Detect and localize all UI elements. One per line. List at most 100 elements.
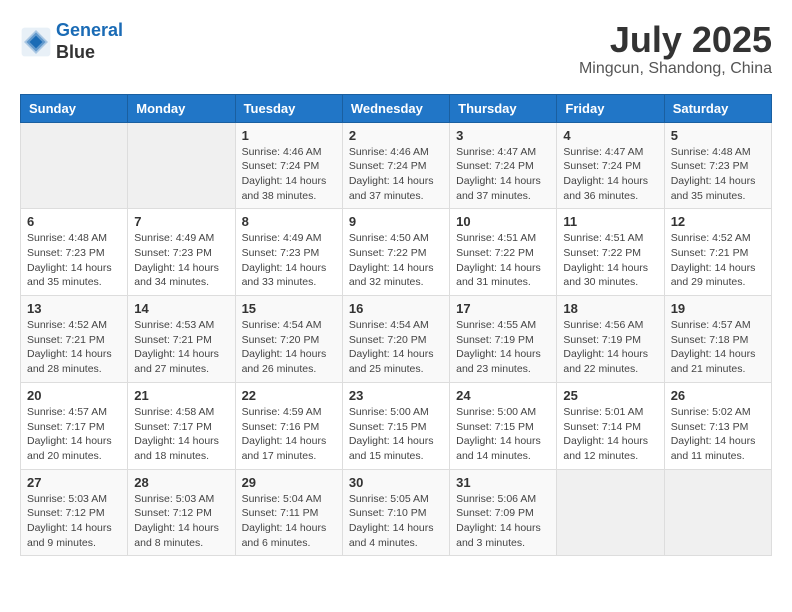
calendar-cell: 29 Sunrise: 5:04 AMSunset: 7:11 PMDayligh…	[235, 469, 342, 556]
day-number: 23	[349, 388, 443, 403]
day-number: 26	[671, 388, 765, 403]
logo-line2: Blue	[56, 42, 123, 64]
logo: General Blue	[20, 20, 123, 63]
calendar-header-row: SundayMondayTuesdayWednesdayThursdayFrid…	[21, 94, 772, 122]
calendar-cell: 19 Sunrise: 4:57 AMSunset: 7:18 PMDayligh…	[664, 296, 771, 383]
day-number: 22	[242, 388, 336, 403]
calendar-cell: 11 Sunrise: 4:51 AMSunset: 7:22 PMDayligh…	[557, 209, 664, 296]
day-number: 6	[27, 214, 121, 229]
day-number: 1	[242, 128, 336, 143]
calendar-cell: 18Sunrise: 4:56 AMSunset: 7:19 PMDayligh…	[557, 296, 664, 383]
calendar-cell: 27Sunrise: 5:03 AMSunset: 7:12 PMDayligh…	[21, 469, 128, 556]
day-number: 13	[27, 301, 121, 316]
header-wednesday: Wednesday	[342, 94, 449, 122]
day-info: Sunrise: 4:59 AMSunset: 7:16 PMDaylight:…	[242, 405, 336, 464]
calendar-cell: 5 Sunrise: 4:48 AMSunset: 7:23 PMDaylight…	[664, 122, 771, 209]
calendar-week-4: 20 Sunrise: 4:57 AMSunset: 7:17 PMDayligh…	[21, 382, 772, 469]
calendar-cell: 8 Sunrise: 4:49 AMSunset: 7:23 PMDaylight…	[235, 209, 342, 296]
header-saturday: Saturday	[664, 94, 771, 122]
day-info: Sunrise: 5:03 AMSunset: 7:12 PMDaylight:…	[27, 492, 121, 551]
day-number: 11	[563, 214, 657, 229]
day-number: 19	[671, 301, 765, 316]
day-info: Sunrise: 5:06 AMSunset: 7:09 PMDaylight:…	[456, 492, 550, 551]
header-monday: Monday	[128, 94, 235, 122]
calendar-table: SundayMondayTuesdayWednesdayThursdayFrid…	[20, 94, 772, 557]
day-info: Sunrise: 4:53 AMSunset: 7:21 PMDaylight:…	[134, 318, 228, 377]
day-info: Sunrise: 4:48 AMSunset: 7:23 PMDaylight:…	[27, 231, 121, 290]
day-number: 17	[456, 301, 550, 316]
day-number: 31	[456, 475, 550, 490]
calendar-cell: 6 Sunrise: 4:48 AMSunset: 7:23 PMDaylight…	[21, 209, 128, 296]
calendar-cell: 2 Sunrise: 4:46 AMSunset: 7:24 PMDaylight…	[342, 122, 449, 209]
calendar-cell: 31 Sunrise: 5:06 AMSunset: 7:09 PMDayligh…	[450, 469, 557, 556]
day-number: 28	[134, 475, 228, 490]
calendar-cell	[128, 122, 235, 209]
calendar-cell: 12Sunrise: 4:52 AMSunset: 7:21 PMDayligh…	[664, 209, 771, 296]
header-thursday: Thursday	[450, 94, 557, 122]
day-info: Sunrise: 5:02 AMSunset: 7:13 PMDaylight:…	[671, 405, 765, 464]
calendar-week-5: 27Sunrise: 5:03 AMSunset: 7:12 PMDayligh…	[21, 469, 772, 556]
day-number: 15	[242, 301, 336, 316]
day-info: Sunrise: 4:56 AMSunset: 7:19 PMDaylight:…	[563, 318, 657, 377]
calendar-cell: 7 Sunrise: 4:49 AMSunset: 7:23 PMDaylight…	[128, 209, 235, 296]
day-number: 3	[456, 128, 550, 143]
day-info: Sunrise: 4:49 AMSunset: 7:23 PMDaylight:…	[242, 231, 336, 290]
calendar-cell: 22 Sunrise: 4:59 AMSunset: 7:16 PMDayligh…	[235, 382, 342, 469]
title-block: July 2025 Mingcun, Shandong, China	[579, 20, 772, 78]
day-number: 5	[671, 128, 765, 143]
calendar-cell: 4 Sunrise: 4:47 AMSunset: 7:24 PMDaylight…	[557, 122, 664, 209]
day-number: 20	[27, 388, 121, 403]
calendar-cell: 26 Sunrise: 5:02 AMSunset: 7:13 PMDayligh…	[664, 382, 771, 469]
day-info: Sunrise: 4:47 AMSunset: 7:24 PMDaylight:…	[456, 145, 550, 204]
calendar-cell: 23 Sunrise: 5:00 AMSunset: 7:15 PMDayligh…	[342, 382, 449, 469]
day-number: 10	[456, 214, 550, 229]
calendar-cell	[21, 122, 128, 209]
day-info: Sunrise: 5:01 AMSunset: 7:14 PMDaylight:…	[563, 405, 657, 464]
day-info: Sunrise: 4:49 AMSunset: 7:23 PMDaylight:…	[134, 231, 228, 290]
day-number: 14	[134, 301, 228, 316]
location-subtitle: Mingcun, Shandong, China	[579, 60, 772, 78]
logo-icon	[20, 26, 52, 58]
logo-line1: General	[56, 20, 123, 40]
calendar-cell: 21Sunrise: 4:58 AMSunset: 7:17 PMDayligh…	[128, 382, 235, 469]
calendar-cell: 1Sunrise: 4:46 AMSunset: 7:24 PMDaylight…	[235, 122, 342, 209]
calendar-week-1: 1 Sunrise: 4:46 AMSunset: 7:24 PMDaylight…	[21, 122, 772, 209]
header-tuesday: Tuesday	[235, 94, 342, 122]
day-number: 4	[563, 128, 657, 143]
day-info: Sunrise: 4:58 AMSunset: 7:17 PMDaylight:…	[134, 405, 228, 464]
day-info: Sunrise: 5:05 AMSunset: 7:10 PMDaylight:…	[349, 492, 443, 551]
day-info: Sunrise: 4:55 AMSunset: 7:19 PMDaylight:…	[456, 318, 550, 377]
page-header: General Blue July 2025 Mingcun, Shandong…	[20, 20, 772, 78]
calendar-cell	[664, 469, 771, 556]
logo-text: General Blue	[56, 20, 123, 63]
day-number: 24	[456, 388, 550, 403]
day-info: Sunrise: 4:57 AMSunset: 7:17 PMDaylight:…	[27, 405, 121, 464]
day-number: 8	[242, 214, 336, 229]
header-friday: Friday	[557, 94, 664, 122]
calendar-cell: 13Sunrise: 4:52 AMSunset: 7:21 PMDayligh…	[21, 296, 128, 383]
day-number: 9	[349, 214, 443, 229]
day-info: Sunrise: 4:47 AMSunset: 7:24 PMDaylight:…	[563, 145, 657, 204]
day-info: Sunrise: 4:51 AMSunset: 7:22 PMDaylight:…	[563, 231, 657, 290]
calendar-cell: 24Sunrise: 5:00 AMSunset: 7:15 PMDayligh…	[450, 382, 557, 469]
calendar-cell: 15 Sunrise: 4:54 AMSunset: 7:20 PMDayligh…	[235, 296, 342, 383]
day-number: 25	[563, 388, 657, 403]
day-info: Sunrise: 4:46 AMSunset: 7:24 PMDaylight:…	[349, 145, 443, 204]
day-info: Sunrise: 4:48 AMSunset: 7:23 PMDaylight:…	[671, 145, 765, 204]
day-number: 7	[134, 214, 228, 229]
day-info: Sunrise: 4:57 AMSunset: 7:18 PMDaylight:…	[671, 318, 765, 377]
day-number: 29	[242, 475, 336, 490]
day-info: Sunrise: 4:54 AMSunset: 7:20 PMDaylight:…	[242, 318, 336, 377]
day-number: 2	[349, 128, 443, 143]
calendar-cell: 14 Sunrise: 4:53 AMSunset: 7:21 PMDayligh…	[128, 296, 235, 383]
day-info: Sunrise: 4:52 AMSunset: 7:21 PMDaylight:…	[671, 231, 765, 290]
calendar-cell: 30Sunrise: 5:05 AMSunset: 7:10 PMDayligh…	[342, 469, 449, 556]
day-info: Sunrise: 5:04 AMSunset: 7:11 PMDaylight:…	[242, 492, 336, 551]
calendar-cell: 16Sunrise: 4:54 AMSunset: 7:20 PMDayligh…	[342, 296, 449, 383]
calendar-week-2: 6 Sunrise: 4:48 AMSunset: 7:23 PMDaylight…	[21, 209, 772, 296]
calendar-cell: 10Sunrise: 4:51 AMSunset: 7:22 PMDayligh…	[450, 209, 557, 296]
day-info: Sunrise: 5:00 AMSunset: 7:15 PMDaylight:…	[349, 405, 443, 464]
calendar-cell: 9Sunrise: 4:50 AMSunset: 7:22 PMDaylight…	[342, 209, 449, 296]
calendar-week-3: 13Sunrise: 4:52 AMSunset: 7:21 PMDayligh…	[21, 296, 772, 383]
header-sunday: Sunday	[21, 94, 128, 122]
